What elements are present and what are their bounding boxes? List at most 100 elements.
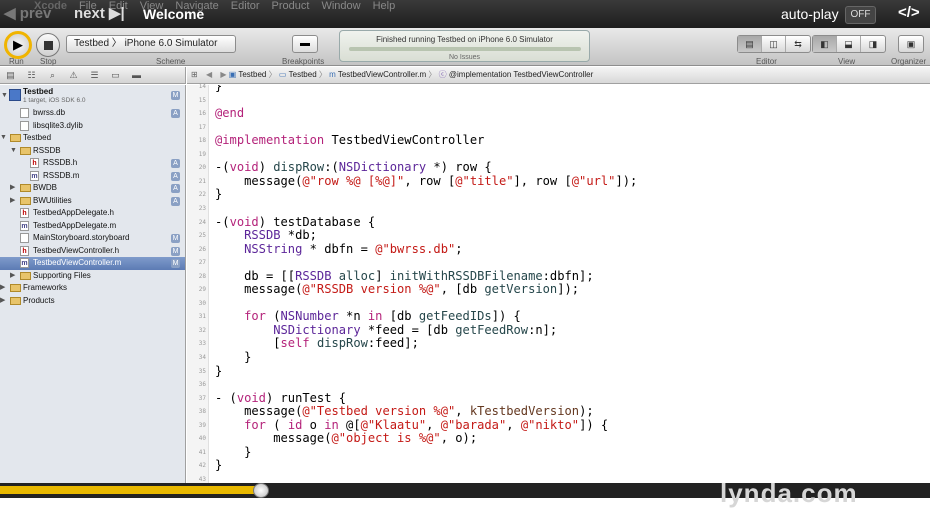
code-line: @end: [215, 106, 245, 121]
utilities-toggle-icon[interactable]: ◨: [861, 36, 885, 52]
back-arrow-icon[interactable]: ◀: [206, 70, 212, 79]
version-editor-icon[interactable]: ⇆: [786, 36, 810, 52]
navigator-item-label: TestbedViewController.m: [33, 258, 122, 267]
navigator-item-label: bwrss.db: [33, 108, 66, 117]
breakpoint-navigator-icon[interactable]: ▭: [105, 67, 126, 83]
file-icon: [20, 108, 29, 118]
editor-mode-segment[interactable]: ▤ ◫ ⇆: [737, 35, 811, 53]
navigator-item-label: Testbed: [23, 133, 52, 142]
m-file-icon: m: [20, 220, 29, 231]
line-number: 39: [198, 421, 206, 429]
navigator-item[interactable]: ▶ Frameworks: [0, 282, 185, 295]
autoplay-toggle[interactable]: OFF: [845, 6, 876, 24]
code-line: }: [215, 187, 223, 202]
disclosure-closed-icon[interactable]: ▶: [0, 282, 5, 294]
line-number: 38: [198, 408, 206, 416]
navigator-item[interactable]: ▼ RSSDB: [0, 145, 185, 158]
scheme-selector[interactable]: Testbed 〉 iPhone 6.0 Simulator: [66, 35, 236, 53]
folder-icon: [20, 146, 31, 155]
breadcrumb-item[interactable]: Testbed: [289, 70, 317, 79]
code-line: }: [215, 350, 252, 364]
disclosure-open-icon[interactable]: ▼: [0, 132, 7, 144]
navigator-item[interactable]: MainStoryboard.storyboard M: [0, 232, 185, 245]
navigator-item[interactable]: m TestbedViewController.m M: [0, 257, 185, 270]
debug-navigator-icon[interactable]: ☰: [84, 67, 105, 83]
debug-toggle-icon[interactable]: ⬓: [837, 36, 861, 52]
navigator-item-label: TestbedAppDelegate.m: [33, 220, 117, 230]
project-root[interactable]: ▼ Testbed 1 target, iOS SDK 6.0 M: [0, 86, 185, 106]
menu-product[interactable]: Product: [272, 0, 310, 12]
video-title: Welcome: [143, 6, 205, 22]
scheme-label: Scheme: [156, 57, 186, 66]
toolbar: ▶ Run Stop Testbed 〉 iPhone 6.0 Simulato…: [0, 28, 930, 66]
line-number: 23: [198, 204, 206, 212]
navigator-item[interactable]: h TestbedViewController.h M: [0, 245, 185, 258]
disclosure-open-icon[interactable]: ▼: [1, 90, 8, 102]
navigator-item[interactable]: m TestbedAppDelegate.m: [0, 220, 185, 233]
code-icon[interactable]: </>: [898, 4, 920, 21]
breakpoints-button[interactable]: ▬: [292, 35, 318, 53]
line-number: 34: [198, 354, 206, 361]
scm-status-badge: M: [171, 234, 180, 243]
navigator-item[interactable]: m RSSDB.m A: [0, 170, 185, 183]
disclosure-closed-icon[interactable]: ▶: [0, 295, 5, 307]
scm-status-badge: M: [171, 246, 180, 256]
issue-navigator-icon[interactable]: ⚠: [63, 67, 84, 83]
next-button[interactable]: next ▶|: [74, 4, 125, 22]
line-number: 41: [198, 448, 206, 456]
symbol-navigator-icon[interactable]: ☷: [21, 67, 42, 83]
line-number: 22: [198, 191, 206, 199]
breadcrumb-item[interactable]: Testbed: [238, 70, 266, 79]
line-number: 19: [198, 150, 206, 158]
standard-editor-icon[interactable]: ▤: [738, 36, 762, 52]
line-number: 29: [198, 286, 206, 294]
line-number: 27: [198, 259, 206, 267]
view-segment[interactable]: ◧ ⬓ ◨: [812, 35, 886, 53]
assistant-editor-icon[interactable]: ◫: [762, 36, 786, 52]
folder-icon: [10, 284, 21, 292]
navigator-item[interactable]: ▶ Supporting Files: [0, 270, 185, 283]
scrubber-handle[interactable]: [253, 483, 269, 498]
scm-status-badge: A: [171, 196, 180, 206]
disclosure-closed-icon[interactable]: ▶: [10, 182, 15, 194]
stop-label: Stop: [40, 57, 57, 66]
file-icon: [20, 120, 29, 131]
source-editor[interactable]: } @end @implementation TestbedViewControll…: [209, 85, 930, 483]
log-navigator-icon[interactable]: ▬: [126, 67, 147, 83]
navigator-item[interactable]: bwrss.db A: [0, 107, 185, 120]
breadcrumb-item[interactable]: @implementation TestbedViewController: [449, 70, 593, 79]
search-navigator-icon[interactable]: ⌕: [42, 67, 63, 83]
disclosure-closed-icon[interactable]: ▶: [10, 270, 15, 282]
breadcrumb-item[interactable]: TestbedViewController.m: [338, 70, 426, 79]
folder-icon: [20, 196, 31, 205]
organizer-icon[interactable]: ▣: [899, 36, 923, 52]
navigator-item[interactable]: h TestbedAppDelegate.h: [0, 207, 185, 220]
navigator-item[interactable]: libsqlite3.dylib: [0, 120, 185, 133]
navigator-item[interactable]: ▶ Products: [0, 295, 185, 308]
line-number: 28: [198, 272, 206, 280]
folder-icon: [10, 134, 21, 142]
menu-editor[interactable]: Editor: [231, 0, 260, 12]
scm-status-badge: M: [171, 259, 180, 268]
related-items-icon[interactable]: ⊞: [191, 70, 198, 79]
navigator-item[interactable]: ▼ Testbed: [0, 132, 185, 145]
code-line: }: [215, 85, 223, 93]
navigator-item[interactable]: ▶ BWUtilities A: [0, 195, 185, 208]
organizer-button[interactable]: ▣: [898, 35, 924, 53]
disclosure-open-icon[interactable]: ▼: [10, 145, 17, 157]
code-line: NSDictionary *feed = [db getFeedRow:n];: [273, 322, 558, 337]
line-number: 20: [198, 164, 206, 172]
run-button[interactable]: ▶: [4, 31, 32, 59]
navigator-toggle-icon[interactable]: ◧: [813, 36, 837, 52]
prev-button[interactable]: ◀ prev: [4, 4, 51, 22]
project-icon: [9, 89, 21, 101]
scm-status-badge: A: [171, 109, 180, 118]
menu-help[interactable]: Help: [373, 0, 396, 12]
forward-arrow-icon[interactable]: ▶: [220, 70, 226, 79]
project-navigator-icon[interactable]: ▤: [0, 67, 21, 83]
navigator-item[interactable]: ▶ BWDB A: [0, 182, 185, 195]
disclosure-closed-icon[interactable]: ▶: [10, 195, 15, 207]
menu-window[interactable]: Window: [321, 0, 360, 12]
navigator-item[interactable]: h RSSDB.h A: [0, 157, 185, 170]
stop-button[interactable]: [36, 33, 60, 57]
